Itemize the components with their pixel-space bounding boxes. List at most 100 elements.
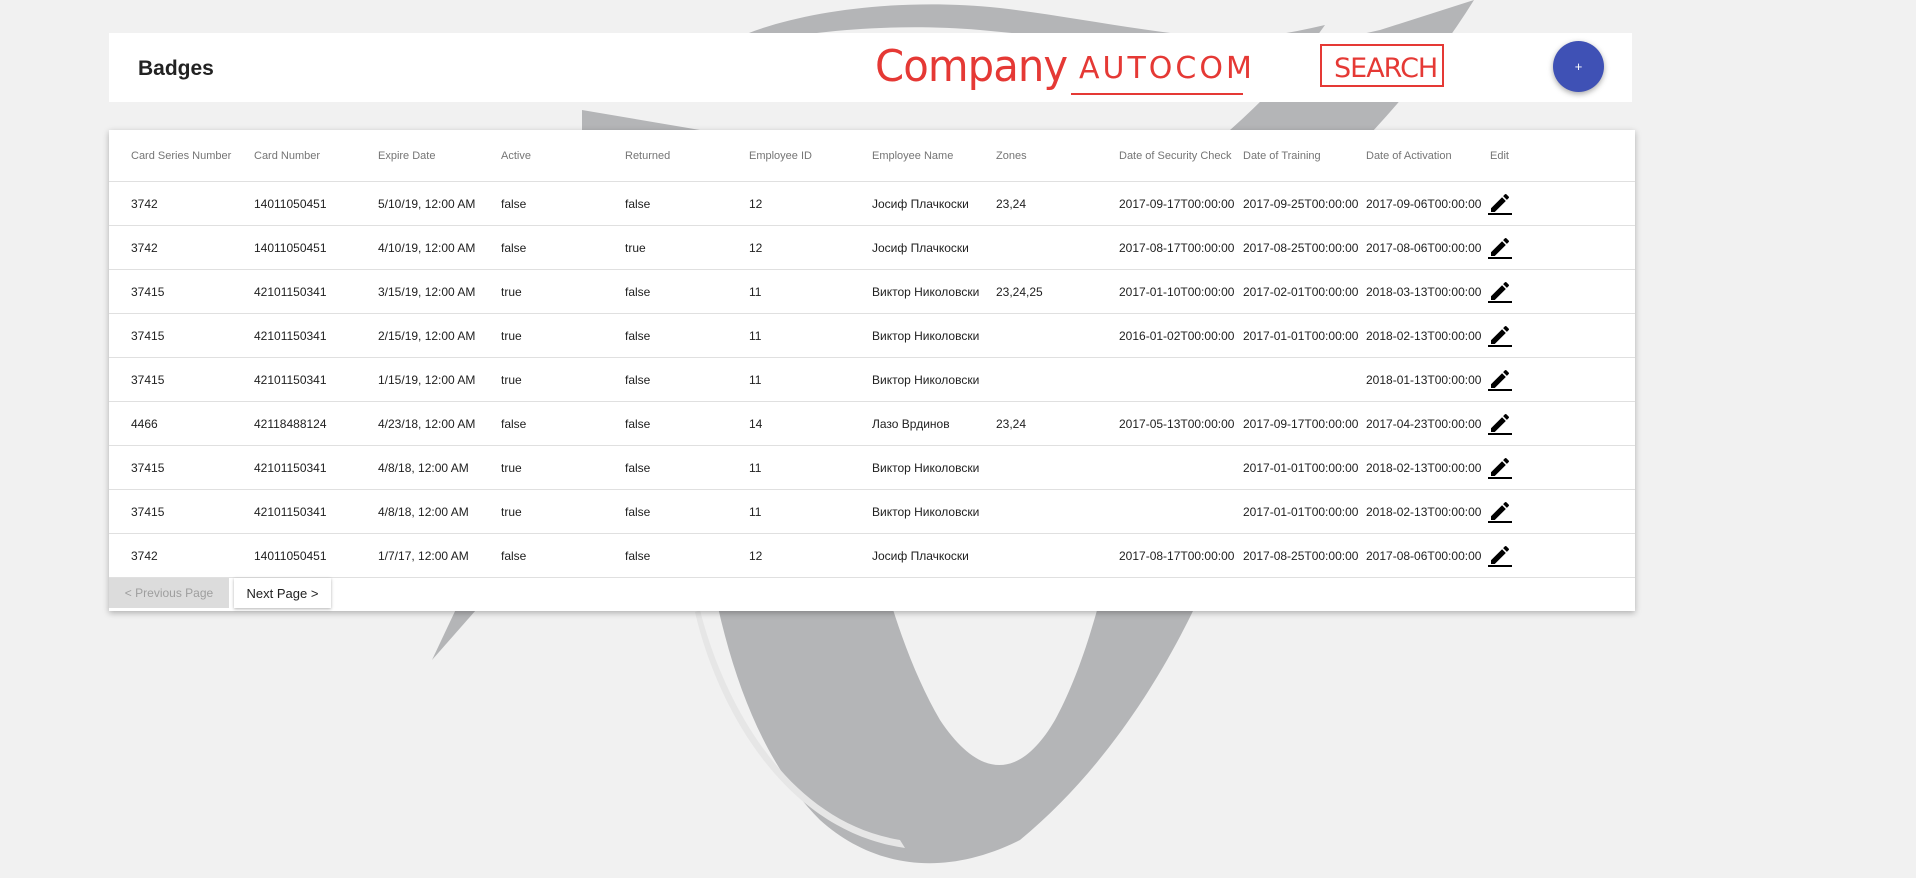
cell-date-of-security-check: 2017-09-17T00:00:00 (1119, 197, 1235, 211)
cell-expire-date: 4/8/18, 12:00 AM (378, 461, 469, 475)
column-header-edit: Edit (1490, 150, 1509, 162)
column-header-expire-date: Expire Date (378, 150, 436, 162)
column-header-date-of-security-check: Date of Security Check (1119, 150, 1232, 162)
table-row: 3742 14011050451 5/10/19, 12:00 AM false fal… (109, 182, 1635, 226)
pencil-icon[interactable] (1488, 235, 1512, 259)
cell-card-number: 42101150341 (254, 461, 327, 475)
table-row: 37415 42101150341 3/15/19, 12:00 AM true fal… (109, 270, 1635, 314)
cell-date-of-activation: 2018-02-13T00:00:00 (1366, 461, 1482, 475)
cell-card-number: 14011050451 (254, 549, 327, 563)
cell-expire-date: 4/10/19, 12:00 AM (378, 241, 476, 255)
column-header-date-of-activation: Date of Activation (1366, 150, 1452, 162)
cell-date-of-security-check: 2017-08-17T00:00:00 (1119, 549, 1235, 563)
cell-date-of-security-check: 2017-08-17T00:00:00 (1119, 241, 1235, 255)
cell-date-of-training: 2017-09-17T00:00:00 (1243, 417, 1359, 431)
cell-employee-id: 11 (749, 373, 762, 387)
cell-employee-name: Виктор Николовски (872, 285, 980, 299)
next-page-button[interactable]: Next Page > (234, 578, 331, 608)
cell-active: true (501, 505, 522, 519)
cell-returned: false (625, 505, 651, 519)
header-bar: Badges Company AUTOCOM SEARCH + (109, 33, 1632, 102)
cell-card-series-number: 3742 (131, 549, 158, 563)
cell-employee-name: Јосиф Плачкоски (872, 549, 969, 563)
cell-card-number: 14011050451 (254, 197, 327, 211)
pencil-icon[interactable] (1488, 191, 1512, 215)
cell-date-of-activation: 2018-03-13T00:00:00 (1366, 285, 1482, 299)
column-header-date-of-training: Date of Training (1243, 150, 1321, 162)
pencil-icon[interactable] (1488, 323, 1512, 347)
cell-returned: true (625, 241, 646, 255)
cell-card-number: 42101150341 (254, 329, 327, 343)
cell-card-series-number: 37415 (131, 505, 165, 519)
cell-active: true (501, 285, 522, 299)
cell-card-number: 42101150341 (254, 505, 327, 519)
cell-employee-id: 11 (749, 285, 762, 299)
cell-expire-date: 1/7/17, 12:00 AM (378, 549, 469, 563)
cell-returned: false (625, 285, 651, 299)
column-header-returned: Returned (625, 150, 671, 162)
cell-active: false (501, 549, 527, 563)
cell-expire-date: 1/15/19, 12:00 AM (378, 373, 476, 387)
cell-employee-id: 12 (749, 197, 763, 211)
table-header-row: Card Series Number Card Number Expire Da… (109, 130, 1635, 182)
table-row: 37415 42101150341 1/15/19, 12:00 AM true fal… (109, 358, 1635, 402)
column-header-card-series-number: Card Series Number (131, 150, 232, 162)
cell-expire-date: 4/8/18, 12:00 AM (378, 505, 469, 519)
cell-employee-id: 11 (749, 505, 762, 519)
cell-date-of-training: 2017-01-01T00:00:00 (1243, 329, 1359, 343)
cell-zones: 23,24 (996, 197, 1027, 211)
cell-card-number: 14011050451 (254, 241, 327, 255)
cell-card-number: 42101150341 (254, 373, 327, 387)
cell-card-number: 42118488124 (254, 417, 327, 431)
table-row: 3742 14011050451 1/7/17, 12:00 AM false fals… (109, 534, 1635, 578)
column-header-employee-name: Employee Name (872, 150, 954, 162)
column-header-zones: Zones (996, 150, 1027, 162)
cell-returned: false (625, 373, 651, 387)
search-button[interactable]: SEARCH (1320, 44, 1444, 87)
cell-expire-date: 4/23/18, 12:00 AM (378, 417, 476, 431)
cell-date-of-activation: 2017-04-23T00:00:00 (1366, 417, 1482, 431)
table-row: 37415 42101150341 4/8/18, 12:00 AM true fals… (109, 490, 1635, 534)
previous-page-button[interactable]: < Previous Page (109, 578, 229, 608)
table-row: 37415 42101150341 4/8/18, 12:00 AM true fals… (109, 446, 1635, 490)
cell-card-series-number: 37415 (131, 285, 165, 299)
company-field-underline (1071, 93, 1243, 95)
cell-date-of-security-check: 2017-01-10T00:00:00 (1119, 285, 1235, 299)
pencil-icon[interactable] (1488, 279, 1512, 303)
cell-card-series-number: 4466 (131, 417, 158, 431)
pencil-icon[interactable] (1488, 455, 1512, 479)
cell-date-of-training: 2017-02-01T00:00:00 (1243, 285, 1359, 299)
company-label: Company (875, 41, 1068, 92)
pencil-icon[interactable] (1488, 367, 1512, 391)
cell-date-of-training: 2017-01-01T00:00:00 (1243, 461, 1359, 475)
pencil-icon[interactable] (1488, 411, 1512, 435)
cell-employee-id: 11 (749, 461, 762, 475)
add-badge-button[interactable]: + (1553, 41, 1604, 92)
company-filter-field[interactable]: Company AUTOCOM (875, 41, 1252, 95)
column-header-employee-id: Employee ID (749, 150, 812, 162)
badges-table: Card Series Number Card Number Expire Da… (109, 130, 1635, 611)
cell-returned: false (625, 417, 651, 431)
cell-expire-date: 2/15/19, 12:00 AM (378, 329, 476, 343)
cell-employee-name: Лазо Врдинов (872, 417, 950, 431)
cell-active: true (501, 329, 522, 343)
cell-employee-id: 11 (749, 329, 762, 343)
cell-returned: false (625, 461, 651, 475)
cell-active: false (501, 417, 527, 431)
table-row: 3742 14011050451 4/10/19, 12:00 AM false tru… (109, 226, 1635, 270)
cell-employee-name: Виктор Николовски (872, 461, 980, 475)
cell-date-of-security-check: 2017-05-13T00:00:00 (1119, 417, 1235, 431)
cell-employee-name: Јосиф Плачкоски (872, 197, 969, 211)
cell-zones: 23,24,25 (996, 285, 1043, 299)
cell-date-of-security-check: 2016-01-02T00:00:00 (1119, 329, 1235, 343)
pencil-icon[interactable] (1488, 499, 1512, 523)
cell-active: false (501, 241, 527, 255)
table-row: 37415 42101150341 2/15/19, 12:00 AM true fal… (109, 314, 1635, 358)
page-title: Badges (138, 57, 214, 80)
cell-employee-name: Јосиф Плачкоски (872, 241, 969, 255)
pencil-icon[interactable] (1488, 543, 1512, 567)
cell-date-of-activation: 2018-02-13T00:00:00 (1366, 505, 1482, 519)
cell-employee-name: Виктор Николовски (872, 505, 980, 519)
cell-date-of-activation: 2017-08-06T00:00:00 (1366, 549, 1482, 563)
cell-employee-name: Виктор Николовски (872, 373, 980, 387)
